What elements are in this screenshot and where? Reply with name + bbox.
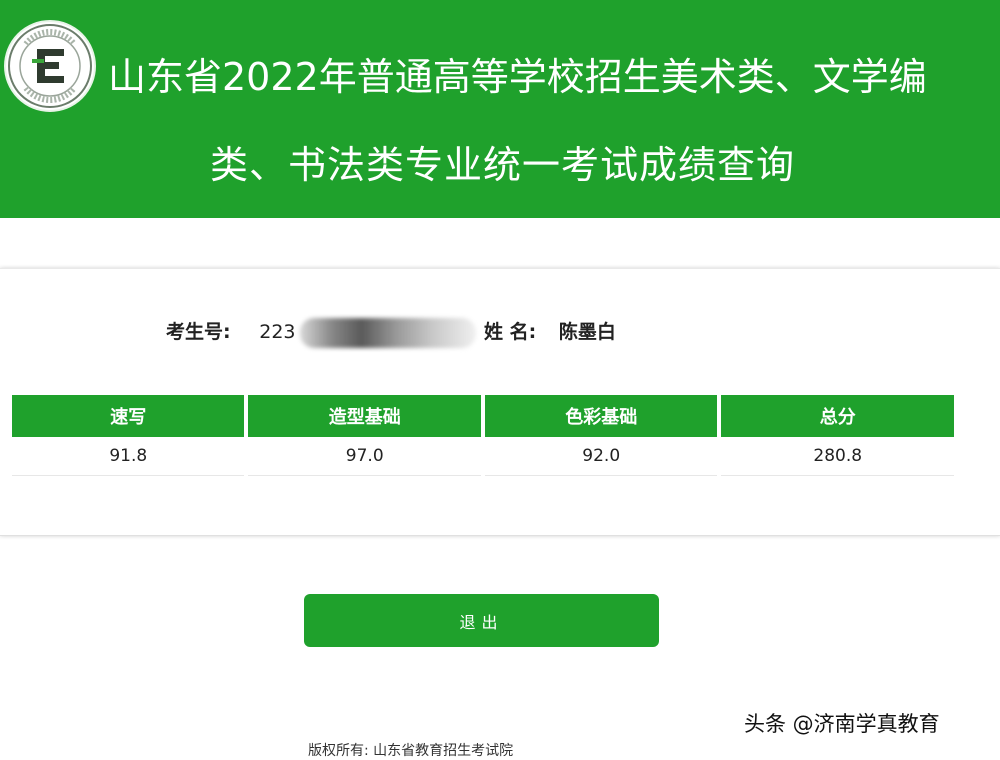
header-color-basics: 色彩基础 (484, 395, 718, 437)
candidate-name-row: 姓 名: 陈墨白 (484, 317, 616, 344)
score-table: 速写 造型基础 色彩基础 总分 91.8 97.0 92.0 280.8 (8, 395, 958, 476)
score-sketch: 91.8 (12, 437, 245, 476)
page-title-line2: 类、书法类专业统一考试成绩查询 (210, 143, 796, 187)
score-modeling-basics: 97.0 (248, 437, 481, 476)
score-color-basics: 92.0 (484, 437, 718, 476)
footer-copyright: 版权所有: 山东省教育招生考试院 (308, 743, 514, 759)
exit-button[interactable]: 退出 (304, 594, 659, 647)
candidate-name-label: 姓 名: (484, 321, 537, 343)
candidate-id-value: 223 (259, 321, 296, 343)
exam-authority-seal-icon (4, 20, 96, 112)
header-total: 总分 (721, 395, 954, 437)
candidate-id-row: 考生号: 223 (166, 317, 476, 348)
redaction-blur (299, 317, 476, 348)
page-header: 山东省2022年普通高等学校招生美术类、文学编 类、书法类专业统一考试成绩查询 (0, 0, 1000, 218)
score-header-row: 速写 造型基础 色彩基础 总分 (12, 395, 954, 437)
score-value-row: 91.8 97.0 92.0 280.8 (12, 437, 954, 476)
header-sketch: 速写 (12, 395, 245, 437)
result-panel: 考生号: 223 姓 名: 陈墨白 速写 造型基础 色彩基础 总分 91.8 9… (0, 268, 1000, 536)
header-modeling-basics: 造型基础 (248, 395, 481, 437)
watermark: 头条 @济南学真教育 (744, 712, 940, 736)
score-total: 280.8 (721, 437, 954, 476)
candidate-name-value: 陈墨白 (558, 321, 616, 343)
candidate-id-label: 考生号: (166, 321, 231, 343)
page-title-line1: 山东省2022年普通高等学校招生美术类、文学编 (108, 55, 927, 99)
